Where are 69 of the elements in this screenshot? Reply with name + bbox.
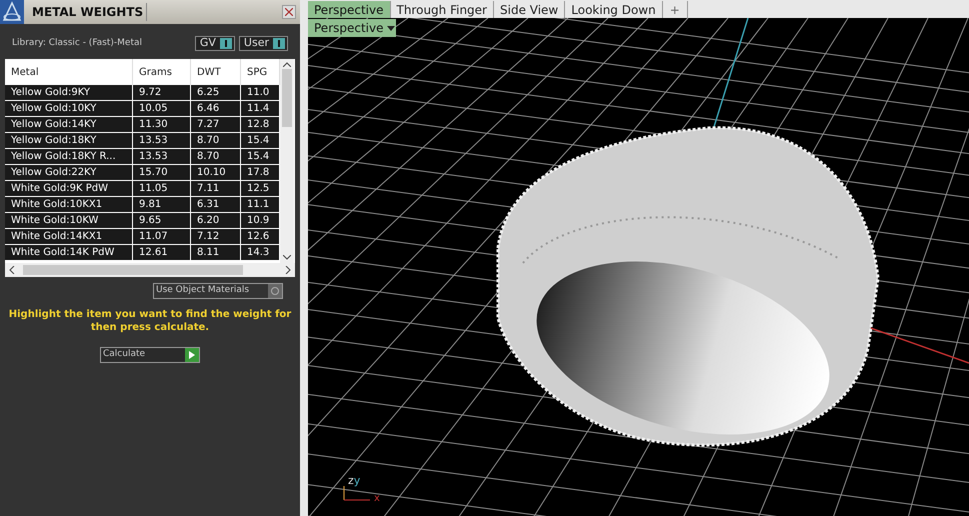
toggle-switch[interactable]: User <box>238 36 288 51</box>
table-cell: 9.65 <box>133 213 191 228</box>
scroll-down-icon[interactable] <box>283 255 291 260</box>
pyramid-logo-icon <box>0 0 24 24</box>
table-cell: White Gold:10KX1 <box>5 197 133 212</box>
table-cell: Yellow Gold:18KY R... <box>5 149 133 164</box>
table-cell: 10.10 <box>191 165 241 180</box>
table-cell: 8.70 <box>191 133 241 148</box>
table-cell: 6.46 <box>191 101 241 116</box>
table-cell: 6.20 <box>191 213 241 228</box>
close-button[interactable] <box>282 5 296 19</box>
table-row[interactable]: White Gold:10KW 9.65 6.20 10.9 <box>5 213 280 229</box>
table-row[interactable]: Yellow Gold:18KY R... 13.53 8.70 15.4 <box>5 149 280 165</box>
toggle-switch[interactable]: GV <box>194 36 235 51</box>
table-row[interactable]: Yellow Gold:9KY 9.72 6.25 11.0 <box>5 85 280 101</box>
axis-gizmo-icon <box>344 486 370 500</box>
z-axis-label: z <box>348 475 354 486</box>
table-cell: 6.31 <box>191 197 241 212</box>
scroll-left-icon[interactable] <box>9 266 15 274</box>
panel-title: METAL WEIGHTS <box>32 3 147 21</box>
table-cell: Yellow Gold:22KY <box>5 165 133 180</box>
table-row[interactable]: Yellow Gold:10KY 10.05 6.46 11.4 <box>5 101 280 117</box>
table-cell: White Gold:9K PdW <box>5 181 133 196</box>
table-cell: 15.70 <box>133 165 191 180</box>
table-cell: 11.30 <box>133 117 191 132</box>
table-cell: 12.61 <box>133 245 191 260</box>
table-cell: 7.27 <box>191 117 241 132</box>
table-cell: 8.11 <box>191 245 241 260</box>
caret-icon <box>387 26 395 30</box>
table-cell: 6.25 <box>191 85 241 100</box>
table-row[interactable]: White Gold:14K PdW 12.61 8.11 14.3 <box>5 245 280 261</box>
use-object-materials-toggle[interactable]: Use Object Materials <box>153 283 283 299</box>
table-cell: 13.53 <box>133 133 191 148</box>
library-label: Library: Classic - (Fast)-Metal <box>12 36 142 50</box>
table-cell: Yellow Gold:14KY <box>5 117 133 132</box>
scroll-right-icon[interactable] <box>285 266 291 274</box>
play-icon <box>185 348 199 362</box>
table-cell: Yellow Gold:10KY <box>5 101 133 116</box>
x-axis-label: x <box>374 494 380 504</box>
table-cell: 13.53 <box>133 149 191 164</box>
table-cell: Yellow Gold:9KY <box>5 85 133 100</box>
table-row[interactable]: White Gold:14KX1 11.07 7.12 12.6 <box>5 229 280 245</box>
table-row[interactable]: Yellow Gold:22KY 15.70 10.10 17.8 <box>5 165 280 181</box>
table-cell: Yellow Gold:18KY <box>5 133 133 148</box>
table-cell: 7.12 <box>191 229 241 244</box>
horizontal-scrollbar[interactable] <box>5 263 295 277</box>
table-cell: 11.05 <box>133 181 191 196</box>
instruction-text: Highlight the item you want to find the weight for then press calculate. <box>8 308 292 334</box>
view-tab[interactable]: Perspective <box>308 1 390 18</box>
table-cell: White Gold:14KX1 <box>5 229 133 244</box>
table-row[interactable]: White Gold:10KX1 9.81 6.31 11.1 <box>5 197 280 213</box>
table-cell: 10.05 <box>133 101 191 116</box>
scroll-up-icon[interactable] <box>283 62 291 67</box>
table-row[interactable]: Yellow Gold:14KY 11.30 7.27 12.8 <box>5 117 280 133</box>
calculate-button[interactable]: Calculate <box>100 347 200 363</box>
table-cell: 8.70 <box>191 149 241 164</box>
table-cell: 9.81 <box>133 197 191 212</box>
table-cell: White Gold:14K PdW <box>5 245 133 260</box>
table-row[interactable]: White Gold:9K PdW 11.05 7.11 12.5 <box>5 181 280 197</box>
scroll-thumb[interactable] <box>282 69 292 127</box>
table-row[interactable]: Yellow Gold:18KY 13.53 8.70 15.4 <box>5 133 280 149</box>
table-cell: 7.11 <box>191 181 241 196</box>
view-menu-dropdown[interactable]: Perspective <box>308 19 396 37</box>
table-cell: White Gold:10KW <box>5 213 133 228</box>
y-axis-label: y <box>354 475 360 486</box>
table-cell: 9.72 <box>133 85 191 100</box>
table-cell: 11.07 <box>133 229 191 244</box>
vertical-scrollbar[interactable] <box>280 59 294 263</box>
scroll-thumb[interactable] <box>23 265 243 275</box>
